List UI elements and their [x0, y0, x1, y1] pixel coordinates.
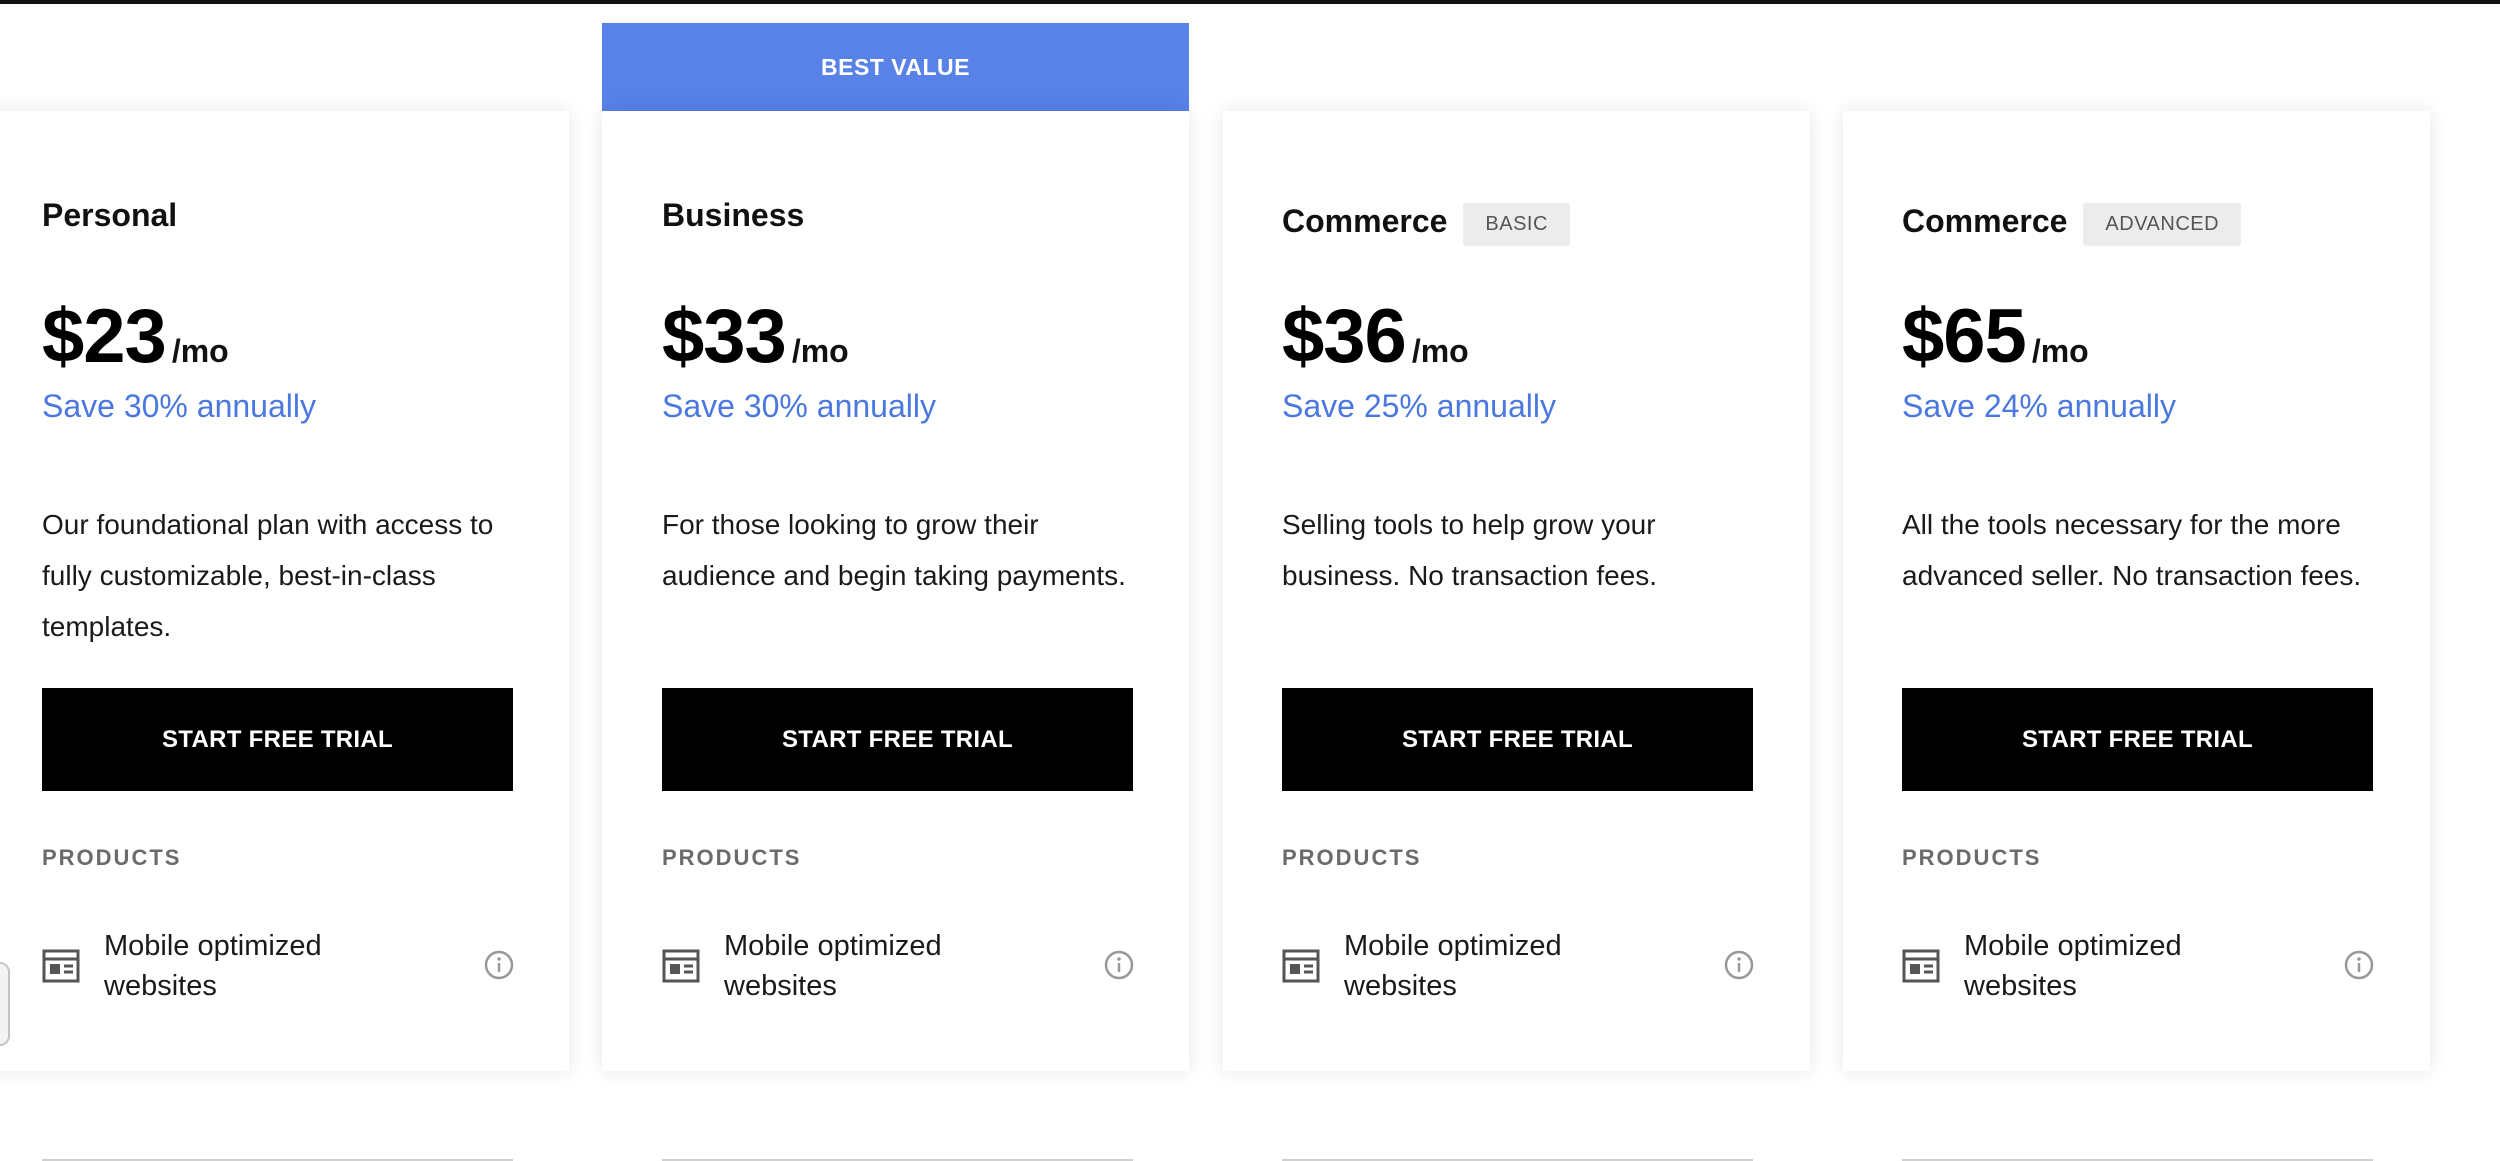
- plan-card-personal: Personal $23/mo Save 30% annually Our fo…: [0, 111, 569, 1161]
- annual-savings-text: Save 25% annually: [1282, 388, 1556, 424]
- feature-label: Mobile optimized websites: [1964, 930, 2182, 1002]
- tier-badge: ADVANCED: [2083, 203, 2242, 246]
- plan-description: Selling tools to help grow your business…: [1282, 509, 1658, 591]
- start-free-trial-button[interactable]: START FREE TRIAL: [1902, 688, 2373, 791]
- feature-row: Mobile optimized websites: [662, 926, 1135, 1026]
- plan-price: $23: [42, 294, 167, 379]
- price-row: $65/mo: [1902, 293, 2089, 380]
- price-row: $33/mo: [662, 293, 849, 380]
- products-section-label: PRODUCTS: [42, 845, 182, 870]
- feature-row: Mobile optimized websites: [42, 926, 515, 1026]
- plan-card-commerce-advanced: Commerce ADVANCED $65/mo Save 24% annual…: [1843, 111, 2430, 1161]
- start-free-trial-button[interactable]: START FREE TRIAL: [1282, 688, 1753, 791]
- website-layout-icon: [1902, 949, 1940, 983]
- best-value-banner: BEST VALUE: [602, 23, 1189, 111]
- website-layout-icon: [42, 949, 80, 983]
- start-free-trial-button[interactable]: START FREE TRIAL: [662, 688, 1133, 791]
- info-icon[interactable]: [483, 949, 515, 981]
- price-period: /mo: [171, 333, 229, 369]
- tier-badge: BASIC: [1463, 203, 1570, 246]
- products-section-label: PRODUCTS: [662, 845, 802, 870]
- plan-header: Personal: [42, 197, 177, 234]
- side-scroll-handle[interactable]: [0, 962, 10, 1046]
- plan-description: Our foundational plan with access to ful…: [42, 509, 494, 642]
- info-icon[interactable]: [2343, 949, 2375, 981]
- plan-card-commerce-basic: Commerce BASIC $36/mo Save 25% annually …: [1223, 111, 1810, 1161]
- plan-price: $33: [662, 294, 787, 379]
- plan-price: $36: [1282, 294, 1407, 379]
- plan-card-business: Business $33/mo Save 30% annually For th…: [602, 111, 1189, 1161]
- start-free-trial-button[interactable]: START FREE TRIAL: [42, 688, 513, 791]
- website-layout-icon: [1282, 949, 1320, 983]
- price-row: $36/mo: [1282, 293, 1469, 380]
- info-icon[interactable]: [1723, 949, 1755, 981]
- info-icon[interactable]: [1103, 949, 1135, 981]
- website-layout-icon: [662, 949, 700, 983]
- feature-label: Mobile optimized websites: [724, 930, 942, 1002]
- plan-name: Business: [662, 197, 805, 233]
- feature-label: Mobile optimized websites: [1344, 930, 1562, 1002]
- feature-row: Mobile optimized websites: [1282, 926, 1755, 1026]
- feature-row: Mobile optimized websites: [1902, 926, 2375, 1026]
- products-section-label: PRODUCTS: [1282, 845, 1422, 870]
- plan-header: Commerce BASIC: [1282, 197, 1570, 246]
- price-period: /mo: [791, 333, 849, 369]
- plan-description: For those looking to grow their audience…: [662, 509, 1126, 591]
- price-row: $23/mo: [42, 293, 229, 380]
- plan-header: Commerce ADVANCED: [1902, 197, 2242, 246]
- top-border: [0, 0, 2500, 4]
- annual-savings-text: Save 30% annually: [42, 388, 316, 424]
- plan-name: Commerce: [1282, 203, 1448, 239]
- price-period: /mo: [2031, 333, 2089, 369]
- pricing-page: BEST VALUE Personal $23/mo Save 30% annu…: [0, 0, 2500, 1161]
- annual-savings-text: Save 24% annually: [1902, 388, 2176, 424]
- feature-label: Mobile optimized websites: [104, 930, 322, 1002]
- annual-savings-text: Save 30% annually: [662, 388, 936, 424]
- price-period: /mo: [1411, 333, 1469, 369]
- plan-name: Personal: [42, 197, 178, 233]
- plan-description: All the tools necessary for the more adv…: [1902, 509, 2362, 591]
- products-section-label: PRODUCTS: [1902, 845, 2042, 870]
- plan-price: $65: [1902, 294, 2027, 379]
- plan-header: Business: [662, 197, 804, 234]
- plan-name: Commerce: [1902, 203, 2068, 239]
